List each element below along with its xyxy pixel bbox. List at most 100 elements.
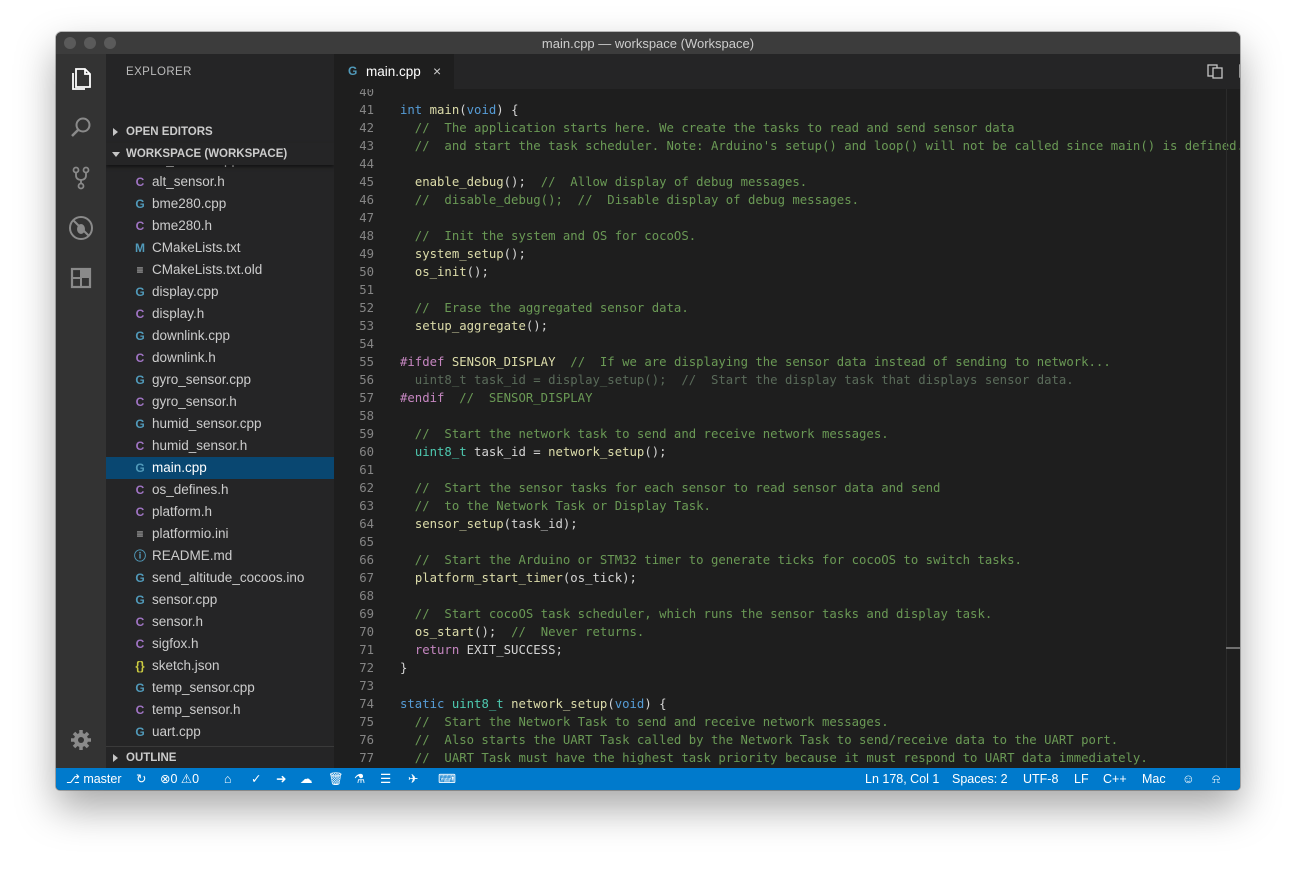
code-line: 53 setup_aggregate(); xyxy=(334,317,1240,335)
code-line: 49 system_setup(); xyxy=(334,245,1240,263)
line-number: 64 xyxy=(359,517,374,531)
code-token: (); xyxy=(525,319,549,333)
file-type-icon: G xyxy=(135,461,145,475)
code-line: 63 // to the Network Task or Display Tas… xyxy=(334,497,1240,515)
file-item[interactable]: Ggyro_sensor.cpp xyxy=(106,369,334,391)
code-token: system_setup xyxy=(414,247,504,261)
file-name: sketch.json xyxy=(152,658,220,673)
tab-main-cpp[interactable]: G main.cpp × xyxy=(334,54,454,89)
file-type-icon: C xyxy=(135,615,145,629)
file-item[interactable]: Ctemp_sensor.h xyxy=(106,699,334,721)
cpp-file-icon: G xyxy=(348,64,358,78)
file-item[interactable]: Cbme280.h xyxy=(106,215,334,237)
sync-icon[interactable]: ↻ xyxy=(136,768,146,790)
status-bar: ⎇ master ↻ ⊗0 ⚠0 ⌂ ✓ ➜ ☁ 🗑 ⚗ ☰ ✈ ⌨ Ln 17… xyxy=(56,768,1240,790)
split-editor-icon[interactable] xyxy=(1238,62,1240,80)
file-item[interactable]: Cplatform.h xyxy=(106,501,334,523)
debug-icon[interactable] xyxy=(67,214,95,242)
code-token: ) { xyxy=(496,103,519,117)
test-flask-icon[interactable]: ⚗ xyxy=(354,768,365,790)
home-icon[interactable]: ⌂ xyxy=(224,768,232,790)
open-editors-section[interactable]: OPEN EDITORS xyxy=(106,121,334,143)
line-number: 51 xyxy=(359,283,374,297)
code-text: setup_aggregate(); xyxy=(400,317,548,335)
file-item[interactable]: Ghumid_sensor.cpp xyxy=(106,413,334,435)
file-item[interactable]: Chumid_sensor.h xyxy=(106,435,334,457)
file-item[interactable]: Csigfox.h xyxy=(106,633,334,655)
code-editor[interactable]: 40 41 int main(void) {42 // The applicatio… xyxy=(334,89,1240,768)
code-line: 66 // Start the Arduino or STM32 timer t… xyxy=(334,551,1240,569)
file-item[interactable]: Gsensor.cpp xyxy=(106,589,334,611)
source-control-icon[interactable] xyxy=(67,164,95,192)
code-text: sensor_setup(task_id); xyxy=(400,515,578,533)
file-item[interactable]: Gtemp_sensor.cpp xyxy=(106,677,334,699)
line-endings[interactable]: LF xyxy=(1074,768,1089,790)
file-item[interactable]: {} sketch.json xyxy=(106,655,334,677)
file-name: bme280.h xyxy=(152,218,213,233)
code-text: return EXIT_SUCCESS; xyxy=(400,641,563,659)
file-item[interactable]: Guart.cpp xyxy=(106,721,334,743)
code-token: network_setup xyxy=(548,445,645,459)
cloud-upload-icon[interactable]: ☁ xyxy=(300,768,313,790)
notifications-bell-icon[interactable]: ⍾ xyxy=(1212,768,1220,790)
file-item[interactable]: Cdownlink.h xyxy=(106,347,334,369)
problems-item[interactable]: ⊗0 ⚠0 xyxy=(160,768,199,790)
file-item[interactable]: Gmain.cpp xyxy=(106,457,334,479)
feedback-smiley-icon[interactable]: ☺ xyxy=(1182,768,1195,790)
code-token: } xyxy=(400,661,408,675)
code-token: (os_tick); xyxy=(562,571,637,585)
editor-scrollbar-track[interactable] xyxy=(1226,89,1227,768)
code-token: (); xyxy=(503,175,541,189)
code-line: 60 uint8_t task_id = network_setup(); xyxy=(334,443,1240,461)
gear-icon[interactable] xyxy=(69,728,93,752)
encoding[interactable]: UTF-8 xyxy=(1023,768,1058,790)
file-item[interactable]: Calt_sensor.h xyxy=(106,171,334,193)
file-item[interactable]: Gdisplay.cpp xyxy=(106,281,334,303)
code-token: SENSOR_DISPLAY xyxy=(451,355,556,369)
line-number: 45 xyxy=(359,175,374,189)
language-mode[interactable]: C++ xyxy=(1103,768,1127,790)
code-token: // Erase the aggregated sensor data. xyxy=(400,301,689,315)
code-line: 64 sensor_setup(task_id); xyxy=(334,515,1240,533)
file-item[interactable]: ≡ platformio.ini xyxy=(106,523,334,545)
terminal-icon[interactable]: ⌨ xyxy=(438,768,456,790)
file-item[interactable]: Cos_defines.h xyxy=(106,479,334,501)
platform[interactable]: Mac xyxy=(1142,768,1166,790)
build-check-icon[interactable]: ✓ xyxy=(251,768,261,790)
files-icon[interactable] xyxy=(67,64,95,92)
code-line: 51 xyxy=(334,281,1240,299)
code-text: enable_debug(); // Allow display of debu… xyxy=(400,173,807,191)
line-number: 58 xyxy=(359,409,374,423)
explorer-sidebar: EXPLORER OPEN EDITORS WORKSPACE (WORKSPA… xyxy=(106,54,334,768)
file-item[interactable]: ⓘ README.md xyxy=(106,545,334,567)
cursor-position[interactable]: Ln 178, Col 1 xyxy=(865,768,939,790)
file-item[interactable]: Csensor.h xyxy=(106,611,334,633)
search-icon[interactable] xyxy=(67,114,95,142)
file-item[interactable]: Calt_sensor.cpp xyxy=(106,164,334,171)
explorer-title: EXPLORER xyxy=(126,66,192,78)
file-item[interactable]: Cgyro_sensor.h xyxy=(106,391,334,413)
file-item[interactable]: Gdownlink.cpp xyxy=(106,325,334,347)
file-item[interactable]: ≡ CMakeLists.txt.old xyxy=(106,259,334,281)
trash-icon[interactable]: 🗑 xyxy=(328,768,344,790)
file-item[interactable]: M CMakeLists.txt xyxy=(106,237,334,259)
extensions-icon[interactable] xyxy=(67,264,95,292)
file-item[interactable]: Gbme280.cpp xyxy=(106,193,334,215)
code-text: // Init the system and OS for cocoOS. xyxy=(400,227,696,245)
serial-plug-icon[interactable]: ✈ xyxy=(408,768,418,790)
upload-arrow-icon[interactable]: ➜ xyxy=(276,768,286,790)
git-branch-item[interactable]: ⎇ master xyxy=(66,768,122,790)
open-changes-icon[interactable] xyxy=(1206,62,1224,80)
workspace-section[interactable]: WORKSPACE (WORKSPACE) xyxy=(106,143,334,165)
close-tab-icon[interactable]: × xyxy=(433,63,441,79)
line-number: 47 xyxy=(359,211,374,225)
line-number: 59 xyxy=(359,427,374,441)
indentation[interactable]: Spaces: 2 xyxy=(952,768,1008,790)
file-item[interactable]: Gsend_altitude_cocoos.ino xyxy=(106,567,334,589)
outline-section[interactable]: OUTLINE xyxy=(106,746,334,768)
file-item[interactable]: Cdisplay.h xyxy=(106,303,334,325)
library-icon[interactable]: ☰ xyxy=(380,768,391,790)
